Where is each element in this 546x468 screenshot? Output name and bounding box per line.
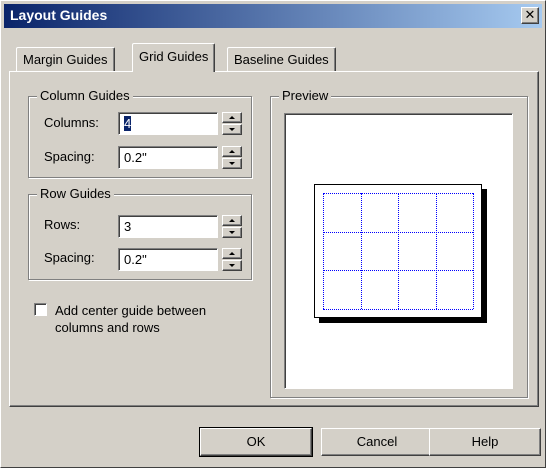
center-guide-label-line2: columns and rows: [55, 320, 160, 335]
arrow-down-icon: [229, 128, 235, 131]
row-guide-line: [323, 309, 473, 310]
arrow-up-icon: [229, 252, 235, 255]
row-guide-line: [323, 270, 473, 271]
tab-baseline-guides[interactable]: Baseline Guides: [227, 47, 336, 71]
column-guide-line: [436, 193, 437, 309]
row-guide-line: [323, 193, 473, 194]
tab-label: Grid Guides: [139, 49, 209, 64]
row-guide-line: [323, 232, 473, 233]
spin-down-button[interactable]: [222, 124, 242, 135]
rows-spinner[interactable]: [222, 215, 242, 238]
row-spacing-input[interactable]: 0.2": [118, 248, 218, 271]
spin-down-button[interactable]: [222, 260, 242, 271]
center-guide-label-line1: Add center guide between: [55, 303, 207, 318]
ok-label: OK: [246, 434, 266, 449]
center-guide-checkbox[interactable]: [34, 303, 47, 316]
center-guide-label[interactable]: Add center guide between columns and row…: [55, 302, 206, 336]
close-icon: ✕: [524, 7, 536, 22]
spin-up-button[interactable]: [222, 146, 242, 157]
column-guide-line: [473, 193, 474, 309]
tab-margin-guides[interactable]: Margin Guides: [16, 47, 115, 71]
help-label: Help: [471, 434, 499, 449]
columns-spinner[interactable]: [222, 112, 242, 135]
spin-down-button[interactable]: [222, 158, 242, 169]
arrow-up-icon: [229, 116, 235, 119]
column-spacing-label: Spacing:: [44, 149, 95, 164]
help-button[interactable]: Help: [429, 428, 541, 456]
spin-up-button[interactable]: [222, 112, 242, 123]
rows-value: 3: [124, 219, 132, 234]
tab-grid-guides[interactable]: Grid Guides: [132, 43, 216, 72]
column-guide-line: [323, 193, 324, 309]
arrow-up-icon: [229, 150, 235, 153]
spin-up-button[interactable]: [222, 215, 242, 226]
spin-up-button[interactable]: [222, 248, 242, 259]
columns-value: 4: [124, 116, 132, 131]
row-spacing-value: 0.2": [124, 252, 147, 267]
columns-input[interactable]: 4: [118, 112, 218, 135]
layout-guides-dialog: Layout Guides ✕ Margin Guides Grid Guide…: [0, 0, 546, 468]
row-spacing-spinner[interactable]: [222, 248, 242, 271]
tab-label: Margin Guides: [23, 52, 108, 67]
dialog-title: Layout Guides: [10, 7, 108, 23]
cancel-button[interactable]: Cancel: [321, 428, 433, 456]
arrow-down-icon: [229, 264, 235, 267]
arrow-down-icon: [229, 231, 235, 234]
column-spacing-spinner[interactable]: [222, 146, 242, 169]
row-spacing-label: Spacing:: [44, 250, 95, 265]
column-spacing-value: 0.2": [124, 150, 147, 165]
column-guide-line: [361, 193, 362, 309]
ok-button[interactable]: OK: [199, 427, 313, 457]
title-bar[interactable]: Layout Guides ✕: [4, 4, 542, 28]
group-title: Column Guides: [37, 88, 133, 103]
group-title: Row Guides: [37, 186, 114, 201]
tab-label: Baseline Guides: [234, 52, 329, 67]
group-title: Preview: [279, 88, 332, 103]
arrow-down-icon: [229, 162, 235, 165]
columns-label: Columns:: [44, 115, 99, 130]
column-spacing-input[interactable]: 0.2": [118, 146, 218, 169]
preview-page: [314, 184, 482, 318]
close-button[interactable]: ✕: [521, 7, 539, 24]
arrow-up-icon: [229, 219, 235, 222]
cancel-label: Cancel: [356, 434, 398, 449]
column-guide-line: [398, 193, 399, 309]
rows-input[interactable]: 3: [118, 215, 218, 238]
rows-label: Rows:: [44, 217, 81, 232]
spin-down-button[interactable]: [222, 227, 242, 238]
